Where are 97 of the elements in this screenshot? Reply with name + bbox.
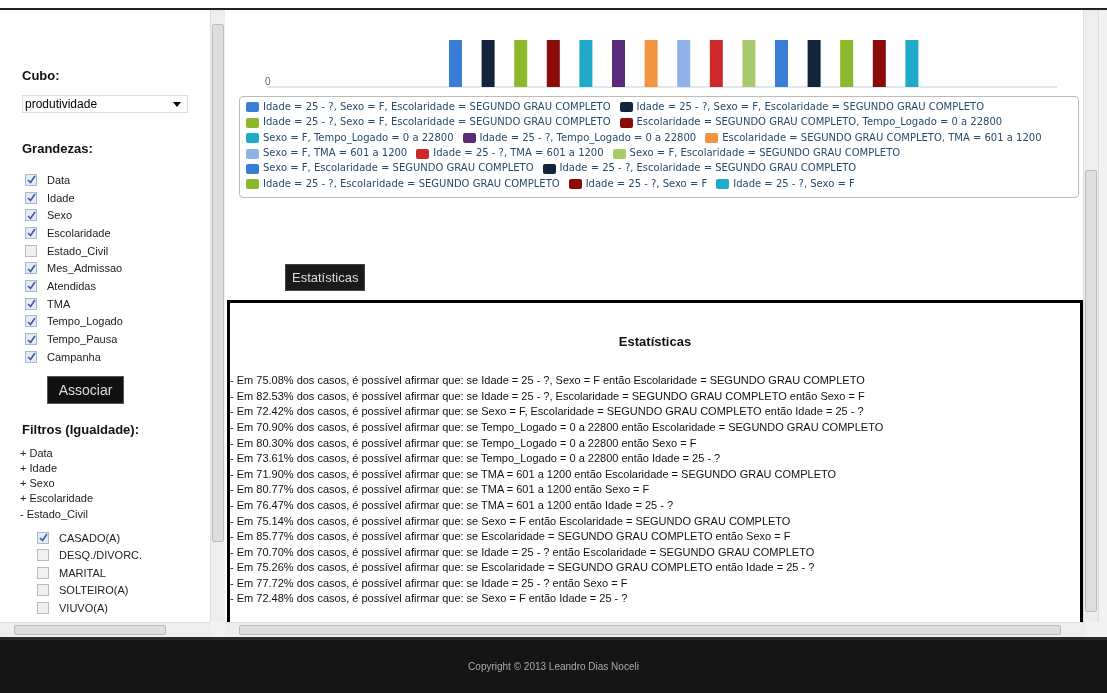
cube-label: Cubo: <box>22 68 61 83</box>
chart-bar <box>840 40 854 87</box>
tree-item[interactable]: + Escolaridade <box>20 492 210 508</box>
checkbox-label: VIUVO(A) <box>59 601 108 614</box>
checkbox[interactable] <box>25 333 37 346</box>
checkbox-label: Tempo_Logado <box>47 315 123 328</box>
checkbox-label: MARITAL <box>59 566 106 579</box>
checkbox[interactable] <box>37 549 49 562</box>
checkbox[interactable] <box>25 244 37 257</box>
chart-bar <box>872 40 886 87</box>
measures-label: Grandezas: <box>22 141 94 156</box>
checkbox[interactable] <box>37 601 49 614</box>
chart-bar <box>709 40 723 87</box>
statistics-line: - Em 80.30% dos casos, é possível afirmar que: se Tempo_Logado = 0 a 22800 então Sexo = F <box>230 435 698 451</box>
legend-label: Idade = 25 - ?, Escolaridade = SEGUNDO GRAU COMPLETO <box>263 177 560 191</box>
statistics-line: - Em 70.70% dos casos, é possível afirmar que: se Idade = 25 - ? então Escolaridade = SEGUNDO GRAU COMPLETO <box>230 544 816 560</box>
legend-label: Idade = 25 - ?, Sexo = F, Escolaridade = SEGUNDO GRAU COMPLETO <box>636 101 985 114</box>
chart-bar <box>546 40 560 87</box>
checkbox[interactable] <box>25 297 37 310</box>
tree-item[interactable]: + Data <box>20 446 210 462</box>
chart-bar <box>905 40 919 87</box>
checkbox[interactable] <box>25 279 37 292</box>
checkbox[interactable] <box>25 350 37 363</box>
checkbox[interactable] <box>37 531 49 544</box>
checkbox-label: SOLTEIRO(A) <box>59 584 129 597</box>
vertical-scrollbar[interactable] <box>210 10 225 622</box>
checkbox-label: Atendidas <box>47 279 96 292</box>
statistics-line: - Em 75.26% dos casos, é possível afirmar que: se Escolaridade = SEGUNDO GRAU COMPLETO então Idade = 25 - ? <box>230 560 816 576</box>
chart-bar <box>481 40 495 87</box>
checkbox-label: DESQ./DIVORC. <box>59 549 143 562</box>
cube-select[interactable]: produtividade <box>22 95 188 113</box>
statistics-title: Estatísticas <box>617 334 693 350</box>
checkbox-label: TMA <box>47 297 71 310</box>
associate-button[interactable]: Associar <box>47 375 124 404</box>
checkbox-label: Tempo_Pausa <box>47 333 118 346</box>
statistics-line: - Em 71.90% dos casos, é possível afirmar que: se TMA = 601 a 1200 então Escolaridade = SEGUNDO GRAU COMPLETO <box>230 466 838 482</box>
legend-label: Sexo = F, Escolaridade = SEGUNDO GRAU COMPLETO <box>263 162 534 176</box>
page-scrollbar[interactable] <box>1098 10 1107 622</box>
caret-icon <box>173 101 181 107</box>
checkbox-label: CASADO(A) <box>59 531 121 544</box>
statistics-line: - Em 82.53% dos casos, é possível afirmar que: se Idade = 25 - ?, Escolaridade = SEGUNDO GRAU COMPLETO então Sexo = F <box>230 388 866 404</box>
checkbox[interactable] <box>25 191 37 204</box>
legend-label: Idade = 25 - ?, Sexo = F <box>733 177 855 191</box>
legend-label: Idade = 25 - ?, Sexo = F, Escolaridade = SEGUNDO GRAU COMPLETO <box>263 116 611 130</box>
horizontal-scrollbar[interactable] <box>225 622 1085 637</box>
legend-label: Idade = 25 - ?, Sexo = F, Escolaridade = SEGUNDO GRAU COMPLETO <box>263 101 611 114</box>
chart-bar <box>677 40 691 87</box>
axis-label: 0 <box>265 76 271 87</box>
tree-item[interactable]: - Estado_Civil <box>20 507 210 524</box>
statistics-line: - Em 77.72% dos casos, é possível afirmar que: se Idade = 25 - ? então Sexo = F <box>230 575 629 591</box>
legend-label: Idade = 25 - ?, TMA = 601 a 1200 <box>433 147 604 160</box>
statistics-line: - Em 72.42% dos casos, é possível afirmar que: se Sexo = F, Escolaridade = SEGUNDO GRAU COMPLETO então Idade = 25 - ? <box>230 404 865 420</box>
vertical-scrollbar[interactable] <box>1083 10 1098 622</box>
checkbox[interactable] <box>37 566 49 579</box>
chart-bar <box>514 40 528 87</box>
copyright-text: Copyright © 2013 Leandro Dias Noceli <box>468 661 639 672</box>
statistics-line: - Em 72.48% dos casos, é possível afirmar que: se Sexo = F então Idade = 25 - ? <box>230 591 629 607</box>
legend-label: Idade = 25 - ?, Sexo = F <box>585 177 708 191</box>
checkbox[interactable] <box>25 173 37 186</box>
statistics-button[interactable]: Estatísticas <box>285 264 366 292</box>
chart-bar <box>644 40 658 87</box>
checkbox-label: Escolaridade <box>47 226 111 239</box>
checkbox[interactable] <box>25 262 37 275</box>
legend-label: Idade = 25 - ?, Escolaridade = SEGUNDO GRAU COMPLETO <box>559 162 857 176</box>
statistics-line: - Em 75.08% dos casos, é possível afirmar que: se Idade = 25 - ?, Sexo = F então Escolaridade = SEGUNDO GRAU COMPLETO <box>230 373 866 389</box>
horizontal-scrollbar[interactable] <box>0 622 210 637</box>
chart-bar <box>775 40 788 87</box>
checkbox-label: Campanha <box>47 350 101 363</box>
statistics-line: - Em 75.14% dos casos, é possível afirmar que: se Sexo = F então Escolaridade = SEGUNDO GRAU COMPLETO <box>230 513 792 529</box>
checkbox[interactable] <box>25 315 37 328</box>
legend-label: Escolaridade = SEGUNDO GRAU COMPLETO, TMA = 601 a 1200 <box>722 131 1042 145</box>
checkbox-label: Mes_Admissao <box>47 262 123 275</box>
statistics-line: - Em 85.77% dos casos, é possível afirmar que: se Escolaridade = SEGUNDO GRAU COMPLETO então Sexo = F <box>230 529 792 545</box>
legend-label: Sexo = F, Escolaridade = SEGUNDO GRAU COMPLETO <box>629 147 901 160</box>
statistics-line: - Em 80.77% dos casos, é possível afirmar que: se TMA = 601 a 1200 então Sexo = F <box>230 482 651 498</box>
legend-label: Sexo = F, TMA = 601 a 1200 <box>263 147 408 160</box>
tree-item[interactable]: + Sexo <box>20 477 210 493</box>
checkbox[interactable] <box>25 226 37 239</box>
checkbox[interactable] <box>25 209 37 222</box>
chart-bar <box>579 40 593 87</box>
chart-bar <box>807 40 821 87</box>
tree-item[interactable]: + Idade <box>20 461 210 478</box>
statistics-line: - Em 73.61% dos casos, é possível afirmar que: se Tempo_Logado = 0 a 22800 então Idade = 25 - ? <box>230 451 722 467</box>
legend-label: Idade = 25 - ?, Tempo_Logado = 0 a 22800 <box>479 131 697 145</box>
checkbox-label: Estado_Civil <box>47 244 109 257</box>
checkbox-label: Idade <box>47 191 75 204</box>
legend-label: Escolaridade = SEGUNDO GRAU COMPLETO, Tempo_Logado = 0 a 22800 <box>636 116 1003 130</box>
legend-label: Sexo = F, Tempo_Logado = 0 a 22800 <box>263 131 454 145</box>
chart-bar <box>742 40 756 87</box>
checkbox-label: Data <box>47 173 71 186</box>
checkbox[interactable] <box>37 584 49 597</box>
statistics-line: - Em 76.47% dos casos, é possível afirmar que: se TMA = 601 a 1200 então Idade = 25 - ? <box>230 497 675 513</box>
chart-bar <box>612 40 625 87</box>
filters-label: Filtros (Igualdade): <box>22 421 140 437</box>
chart-bar <box>449 40 462 87</box>
statistics-line: - Em 70.90% dos casos, é possível afirmar que: se Tempo_Logado = 0 a 22800 então Escolaridade = SEGUNDO GRAU COMPLETO <box>230 419 885 435</box>
checkbox-label: Sexo <box>47 209 73 222</box>
